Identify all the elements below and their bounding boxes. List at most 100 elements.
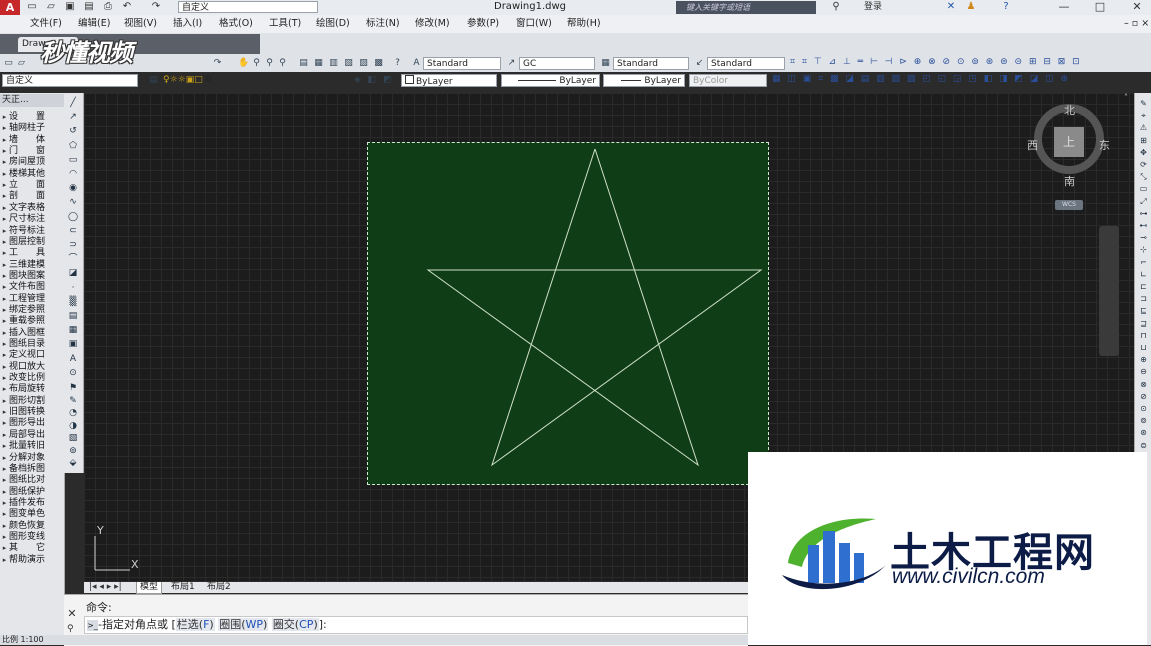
open-icon[interactable]: ▱ — [16, 58, 27, 69]
annotation-scale[interactable]: 比例 1:100 — [2, 635, 44, 644]
command-search-icon[interactable]: ⚲ — [67, 624, 74, 634]
palette-item[interactable]: ▸ 其 它 — [0, 543, 64, 554]
palette-item[interactable]: ▸ 文字表格 — [0, 203, 64, 214]
menu-tools[interactable]: 工具(T) — [269, 17, 301, 31]
table-style-icon[interactable]: ▦ — [600, 58, 611, 69]
palette-item[interactable]: ▸ 房间屋顶 — [0, 157, 64, 168]
plotstyle-select[interactable]: ByColor — [689, 74, 767, 87]
linetype-select[interactable]: ByLayer — [501, 74, 600, 87]
new-icon[interactable]: ▭ — [3, 58, 14, 69]
palette-item[interactable]: ▸ 视口放大 — [0, 362, 64, 373]
tab-layout1[interactable]: 布局1 — [168, 582, 198, 593]
menu-file[interactable]: 文件(F) — [30, 17, 62, 31]
modify-tool-14-icon[interactable]: ∟ — [1138, 269, 1149, 280]
modify-tool-12-icon[interactable]: ⊹ — [1138, 244, 1149, 255]
menu-view[interactable]: 视图(V) — [124, 17, 157, 31]
modify-tool-11-icon[interactable]: ⊸ — [1138, 232, 1149, 243]
palette-item[interactable]: ▸ 符号标注 — [0, 226, 64, 237]
point-icon[interactable]: · — [67, 282, 79, 294]
compass-east[interactable]: 东 — [1099, 137, 1110, 153]
menu-window[interactable]: 窗口(W) — [516, 17, 552, 31]
tab-layout2[interactable]: 布局2 — [204, 582, 234, 593]
modify-tool-15-icon[interactable]: ⊏ — [1138, 281, 1149, 292]
menu-edit[interactable]: 编辑(E) — [78, 17, 110, 31]
compass-north[interactable]: 北 — [1064, 102, 1075, 118]
ellipse-arc-icon[interactable]: ⊃ — [67, 239, 79, 251]
make-current-layer-icon[interactable]: ◈ — [352, 75, 363, 86]
palette-item[interactable]: ▸ 图纸保护 — [0, 487, 64, 498]
new-file-icon[interactable]: ▭ — [26, 1, 38, 13]
pan-icon[interactable]: ✋ — [238, 58, 249, 69]
modify-tool-25-icon[interactable]: ⊙ — [1138, 403, 1149, 414]
menu-help[interactable]: 帮助(H) — [567, 17, 601, 31]
modify-tool-5-icon[interactable]: ⟳ — [1138, 159, 1149, 170]
sheet-set-icon[interactable]: ▧ — [343, 58, 354, 69]
command-close-icon[interactable]: ✕ — [66, 608, 78, 620]
color-select[interactable]: ByLayer — [401, 74, 497, 87]
modify-tool-24-icon[interactable]: ⊘ — [1138, 391, 1149, 402]
palette-item[interactable]: ▸ 图形变线 — [0, 532, 64, 543]
palette-item[interactable]: ▸ 轴网柱子 — [0, 123, 64, 134]
palette-item[interactable]: ▸ 三维建模 — [0, 260, 64, 271]
palette-item[interactable]: ▸ 门 窗 — [0, 146, 64, 157]
paint-icon[interactable]: ⚑ — [67, 382, 79, 394]
modify-tool-28-icon[interactable]: ⊜ — [1138, 440, 1149, 451]
dim-style-icon[interactable]: ↗ — [506, 58, 517, 69]
zoom-realtime-icon[interactable]: ⚲ — [251, 58, 262, 69]
undo-icon[interactable]: ↶ — [121, 1, 133, 13]
construction-line-icon[interactable]: ↗ — [67, 111, 79, 123]
palette-item[interactable]: ▸ 剖 面 — [0, 191, 64, 202]
doc-window-controls[interactable]: – ▫ × — [1124, 17, 1149, 31]
tab-nav-arrows[interactable]: |◂ ◂ ▸ ▸| — [86, 582, 125, 593]
palette-item[interactable]: ▸ 定义视口 — [0, 350, 64, 361]
palette-item[interactable]: ▸ 图形切割 — [0, 396, 64, 407]
menu-format[interactable]: 格式(O) — [219, 17, 253, 31]
palette-item[interactable]: ▸ 绑定参照 — [0, 305, 64, 316]
palette-item[interactable]: ▸ 分解对象 — [0, 453, 64, 464]
add-selected-icon[interactable]: ⊙ — [67, 367, 79, 379]
region-icon[interactable]: ▦ — [67, 324, 79, 336]
palette-item[interactable]: ▸ 工程管理 — [0, 294, 64, 305]
multileader-style-select[interactable]: Standard — [707, 57, 785, 70]
palette-item[interactable]: ▸ 立 面 — [0, 180, 64, 191]
save-as-icon[interactable]: ▤ — [83, 1, 95, 13]
user-icon[interactable]: ♟ — [965, 1, 977, 13]
layer-properties-icon[interactable]: ▤ — [148, 75, 159, 86]
restore-button[interactable]: □ — [1088, 0, 1112, 15]
modify-tool-4-icon[interactable]: ✥ — [1138, 147, 1149, 158]
tool-palettes-icon[interactable]: ▥ — [328, 58, 339, 69]
minimize-button[interactable]: — — [1052, 0, 1076, 15]
modify-tool-3-icon[interactable]: ⊞ — [1138, 135, 1149, 146]
modify-tool-21-icon[interactable]: ⊕ — [1138, 354, 1149, 365]
polygon-icon[interactable]: ⬠ — [67, 140, 79, 152]
tab-model[interactable]: 模型 — [136, 582, 163, 594]
palette-item[interactable]: ▸ 颜色恢复 — [0, 521, 64, 532]
binoculars-icon[interactable]: ⚲ — [830, 1, 842, 13]
modify-tool-16-icon[interactable]: ⊐ — [1138, 293, 1149, 304]
menu-dimension[interactable]: 标注(N) — [366, 17, 400, 31]
print-icon[interactable]: ⎙ — [102, 1, 114, 13]
palette-item[interactable]: ▸ 插件发布 — [0, 498, 64, 509]
layer-select[interactable]: ♀☼☼▣□ 0 — [163, 74, 353, 87]
option-fence[interactable]: 栏选(F) — [175, 618, 215, 631]
zoom-window-icon[interactable]: ⚲ — [264, 58, 275, 69]
arc-icon[interactable]: ◠ — [67, 168, 79, 180]
layers-icon[interactable]: ⬙ — [67, 457, 79, 469]
palette-item[interactable]: ▸ 帮助演示 — [0, 555, 64, 566]
palette-item[interactable]: ▸ 批量转旧 — [0, 441, 64, 452]
pattern-icon[interactable]: ▧ — [67, 432, 79, 444]
layer-previous-icon[interactable]: ◧ — [366, 75, 377, 86]
modify-tool-7-icon[interactable]: ▭ — [1138, 183, 1149, 194]
help-small-icon[interactable]: ? — [392, 58, 403, 69]
navigation-bar[interactable] — [1099, 226, 1119, 356]
palette-item[interactable]: ▸ 工 具 — [0, 248, 64, 259]
circle-icon[interactable]: ◉ — [67, 182, 79, 194]
palette-item[interactable]: ▸ 重载参照 — [0, 316, 64, 327]
revision-cloud-icon[interactable]: ∿ — [67, 196, 79, 208]
orbit-icon[interactable]: ⊚ — [67, 445, 79, 457]
save-icon[interactable]: ▣ — [64, 1, 76, 13]
menu-parametric[interactable]: 参数(P) — [467, 17, 499, 31]
modify-tool-27-icon[interactable]: ⊛ — [1138, 427, 1149, 438]
help-icon[interactable]: ? — [1000, 1, 1012, 13]
palette-item[interactable]: ▸ 设 置 — [0, 112, 64, 123]
